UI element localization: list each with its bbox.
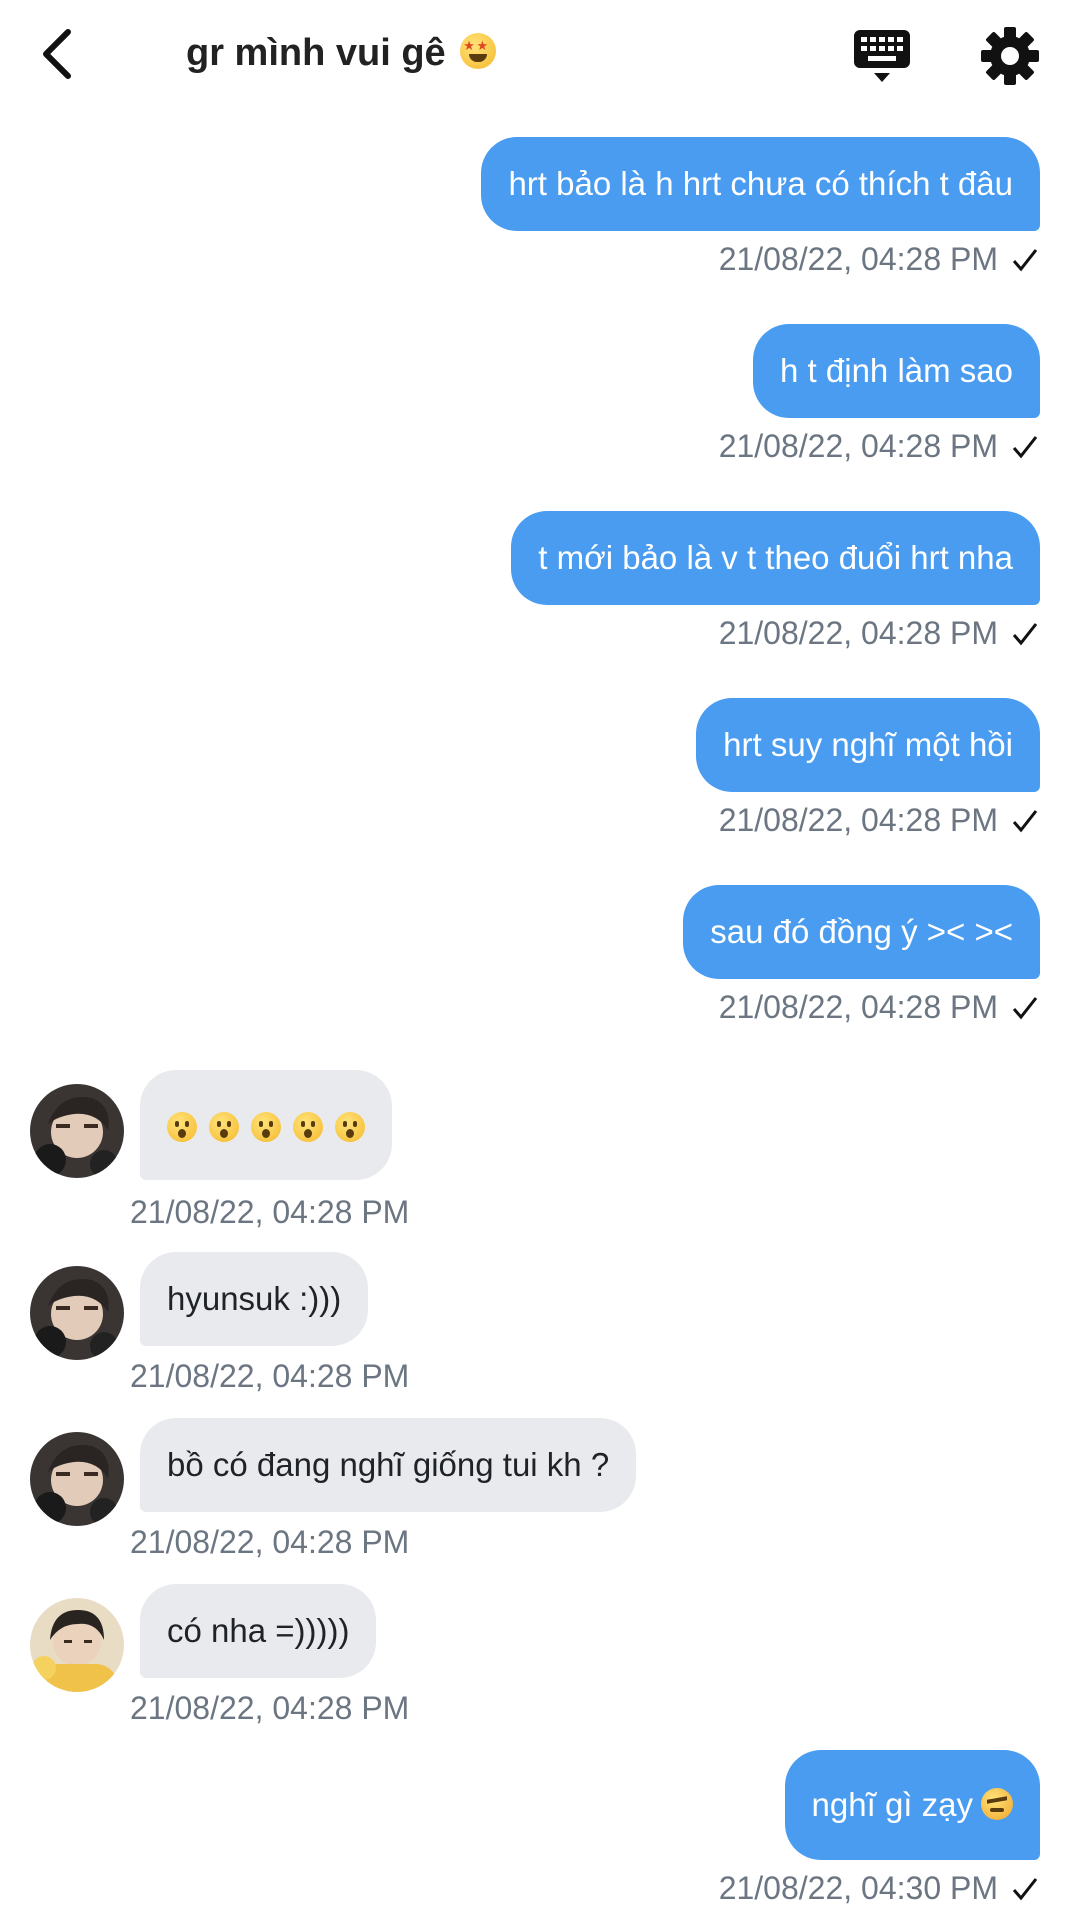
message-text: hrt suy nghĩ một hồi (723, 726, 1013, 763)
avatar[interactable] (30, 1266, 124, 1360)
message-meta: 21/08/22, 04:30 PM (719, 1870, 1038, 1907)
chat-title-text: gr mình vui gê (186, 32, 446, 74)
message-text: hrt bảo là h hrt chưa có thích t đâu (508, 165, 1013, 202)
keyboard-icon (854, 30, 910, 82)
keyboard-button[interactable] (850, 24, 914, 88)
hushed-face-emoji-icon (251, 1112, 281, 1143)
angry-face-emoji-icon (981, 1788, 1013, 1821)
message-bubble[interactable]: hrt suy nghĩ một hồi (696, 698, 1040, 792)
hushed-face-emoji-icon (209, 1112, 239, 1143)
message-timestamp: 21/08/22, 04:28 PM (718, 428, 998, 464)
message-bubble[interactable]: có nha =))))) (140, 1584, 377, 1678)
avatar[interactable] (30, 1084, 124, 1178)
avatar-photo (30, 1084, 124, 1178)
avatar[interactable] (30, 1598, 124, 1692)
sent-check-icon (1012, 996, 1038, 1019)
message-timestamp: 21/08/22, 04:28 PM (718, 615, 998, 651)
avatar-photo (30, 1432, 124, 1526)
message-text: bồ có đang nghĩ giống tui kh ? (167, 1446, 610, 1483)
star-struck-emoji-icon (460, 32, 497, 69)
sent-check-icon (1012, 435, 1038, 458)
message-timestamp: 21/08/22, 04:28 PM (718, 802, 998, 838)
message-thread[interactable]: hrt bảo là h hrt chưa có thích t đâu 21/… (0, 110, 1073, 1920)
chat-header: gr mình vui gê (0, 0, 1073, 110)
avatar[interactable] (30, 1432, 124, 1526)
sent-check-icon (1012, 809, 1038, 832)
message-timestamp: 21/08/22, 04:28 PM (718, 241, 998, 277)
message-text: có nha =))))) (167, 1612, 350, 1649)
message-timestamp: 21/08/22, 04:28 PM (130, 1358, 410, 1394)
gear-icon (981, 27, 1039, 85)
message-text: sau đó đồng ý >< >< (710, 913, 1013, 950)
message-text: h t định làm sao (780, 352, 1013, 389)
message-meta: 21/08/22, 04:28 PM (719, 802, 1038, 839)
chevron-left-icon (43, 29, 71, 79)
chat-title: gr mình vui gê (186, 32, 497, 75)
message-bubble[interactable]: nghĩ gì zạy (784, 1750, 1040, 1860)
message-bubble[interactable]: h t định làm sao (753, 324, 1040, 418)
message-timestamp: 21/08/22, 04:28 PM (130, 1524, 410, 1560)
message-meta: 21/08/22, 04:28 PM (719, 241, 1038, 278)
back-button[interactable] (30, 26, 86, 82)
avatar-photo (30, 1266, 124, 1360)
settings-button[interactable] (978, 24, 1042, 88)
message-text: t mới bảo là v t theo đuổi hrt nha (538, 539, 1013, 576)
message-timestamp: 21/08/22, 04:30 PM (718, 1870, 998, 1906)
message-timestamp: 21/08/22, 04:28 PM (130, 1690, 410, 1726)
message-bubble[interactable] (140, 1070, 392, 1180)
message-bubble[interactable]: hrt bảo là h hrt chưa có thích t đâu (481, 137, 1040, 231)
message-timestamp: 21/08/22, 04:28 PM (718, 989, 998, 1025)
hushed-face-emoji-icon (293, 1112, 323, 1143)
sent-check-icon (1012, 622, 1038, 645)
message-text: nghĩ gì zạy (811, 1786, 973, 1823)
message-bubble[interactable]: hyunsuk :))) (140, 1252, 369, 1346)
message-meta: 21/08/22, 04:28 PM (719, 989, 1038, 1026)
sent-check-icon (1012, 248, 1038, 271)
avatar-photo (30, 1598, 124, 1692)
message-bubble[interactable]: t mới bảo là v t theo đuổi hrt nha (511, 511, 1040, 605)
message-meta: 21/08/22, 04:28 PM (719, 428, 1038, 465)
hushed-face-emoji-icon (335, 1112, 365, 1143)
sent-check-icon (1012, 1877, 1038, 1900)
message-timestamp: 21/08/22, 04:28 PM (130, 1194, 410, 1230)
message-bubble[interactable]: bồ có đang nghĩ giống tui kh ? (140, 1418, 637, 1512)
message-meta: 21/08/22, 04:28 PM (719, 615, 1038, 652)
message-text: hyunsuk :))) (167, 1280, 342, 1317)
message-bubble[interactable]: sau đó đồng ý >< >< (683, 885, 1040, 979)
hushed-face-emoji-icon (167, 1112, 197, 1143)
